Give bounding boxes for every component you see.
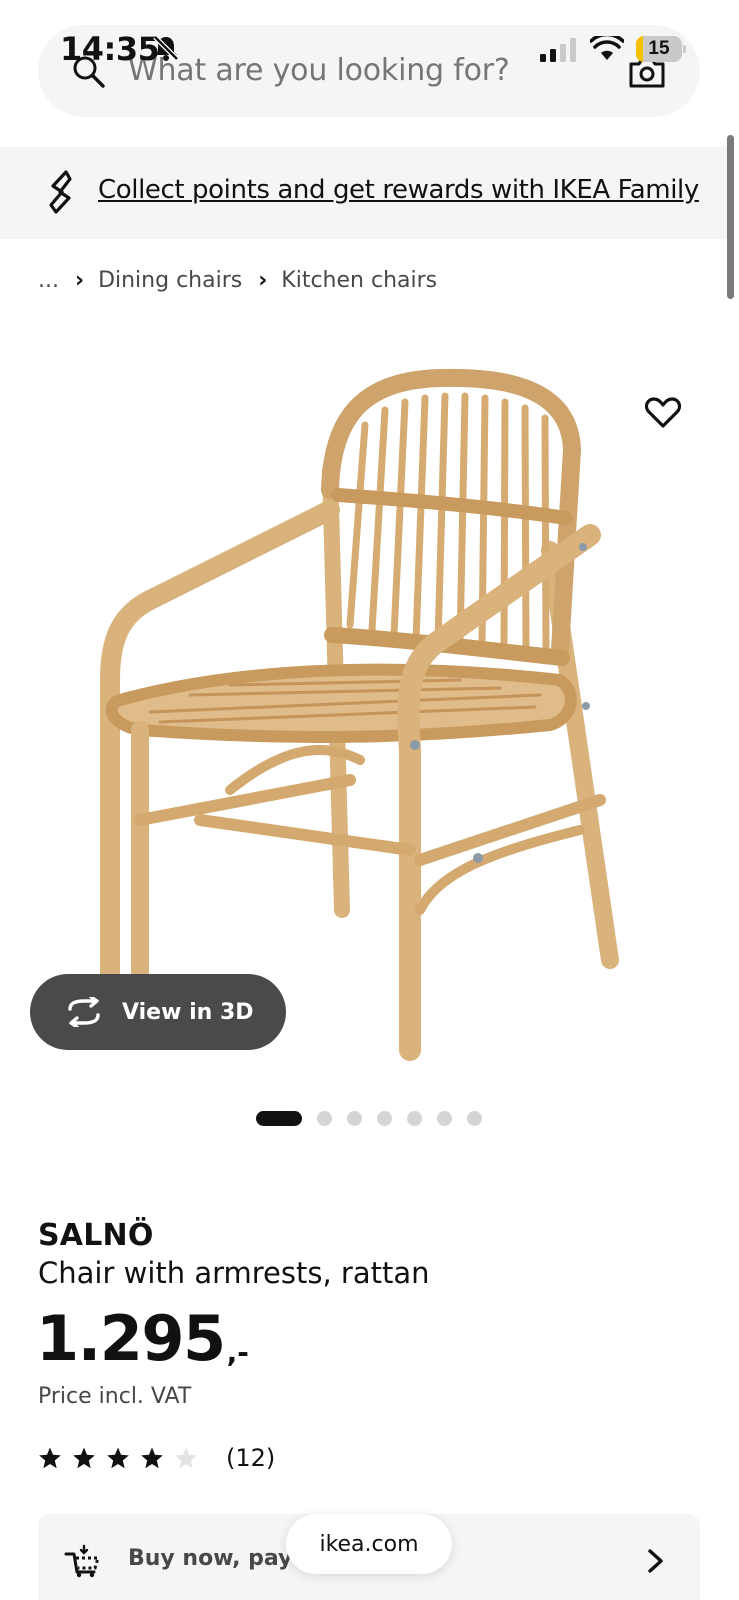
buy-now-pay-later-label: Buy now, pay l [128,1546,308,1571]
breadcrumb-kitchen-chairs[interactable]: Kitchen chairs [281,268,437,293]
star-icon [107,1447,129,1469]
review-count[interactable]: (12) [226,1444,275,1472]
heart-icon [645,397,681,428]
chevron-right-icon [648,1549,663,1573]
carousel-dot[interactable] [347,1110,362,1126]
price-amount: 1.295 [36,1302,226,1375]
chevron-right-icon: › [74,267,85,293]
breadcrumb-dining-chairs[interactable]: Dining chairs [98,268,242,293]
product-description: Chair with armrests, rattan [38,1256,430,1290]
scrollbar[interactable] [727,135,734,299]
cart-payment-icon [64,1544,101,1578]
battery-level: 15 [648,38,670,59]
signal-icon [540,38,576,62]
chair-illustration [100,368,619,1061]
wifi-icon [590,36,624,60]
view-in-3d-button[interactable]: View in 3D [30,974,286,1050]
bell-off-icon [153,35,179,61]
star-icon [73,1447,95,1469]
carousel-dot[interactable] [317,1110,332,1126]
carousel-dot[interactable] [467,1110,482,1126]
product-name: SALNÖ [38,1218,154,1253]
ikea-family-link[interactable]: Collect points and get rewards with IKEA… [98,175,699,205]
ikea-family-banner[interactable]: Collect points and get rewards with IKEA… [0,147,727,239]
chevron-right-icon: › [258,267,268,293]
view-in-3d-label: View in 3D [122,999,254,1025]
carousel-dot[interactable] [256,1110,302,1126]
ikea-family-icon [49,170,72,214]
browser-url-pill[interactable]: ikea.com [286,1514,452,1574]
star-icon [175,1447,197,1469]
rotate-3d-icon [68,997,100,1027]
price-suffix: ,- [226,1336,249,1369]
breadcrumb-ellipsis[interactable]: ... [38,268,59,293]
star-icon [141,1447,163,1469]
search-input[interactable]: What are you looking for? [128,53,510,88]
carousel-dot[interactable] [437,1110,452,1126]
battery-icon: 15 [636,36,686,62]
breadcrumb: ... › Dining chairs › Kitchen chairs [38,262,437,298]
carousel-dot[interactable] [407,1110,422,1126]
carousel-dots [256,1110,482,1126]
price-vat-note: Price incl. VAT [38,1384,192,1409]
star-icon [39,1447,61,1469]
favorite-button[interactable] [628,378,698,448]
browser-url: ikea.com [319,1531,419,1557]
product-rating[interactable]: (12) [38,1444,275,1472]
carousel-dot[interactable] [377,1110,392,1126]
status-time: 14:35 [60,30,160,68]
product-price: 1.295 ,- [36,1308,249,1370]
